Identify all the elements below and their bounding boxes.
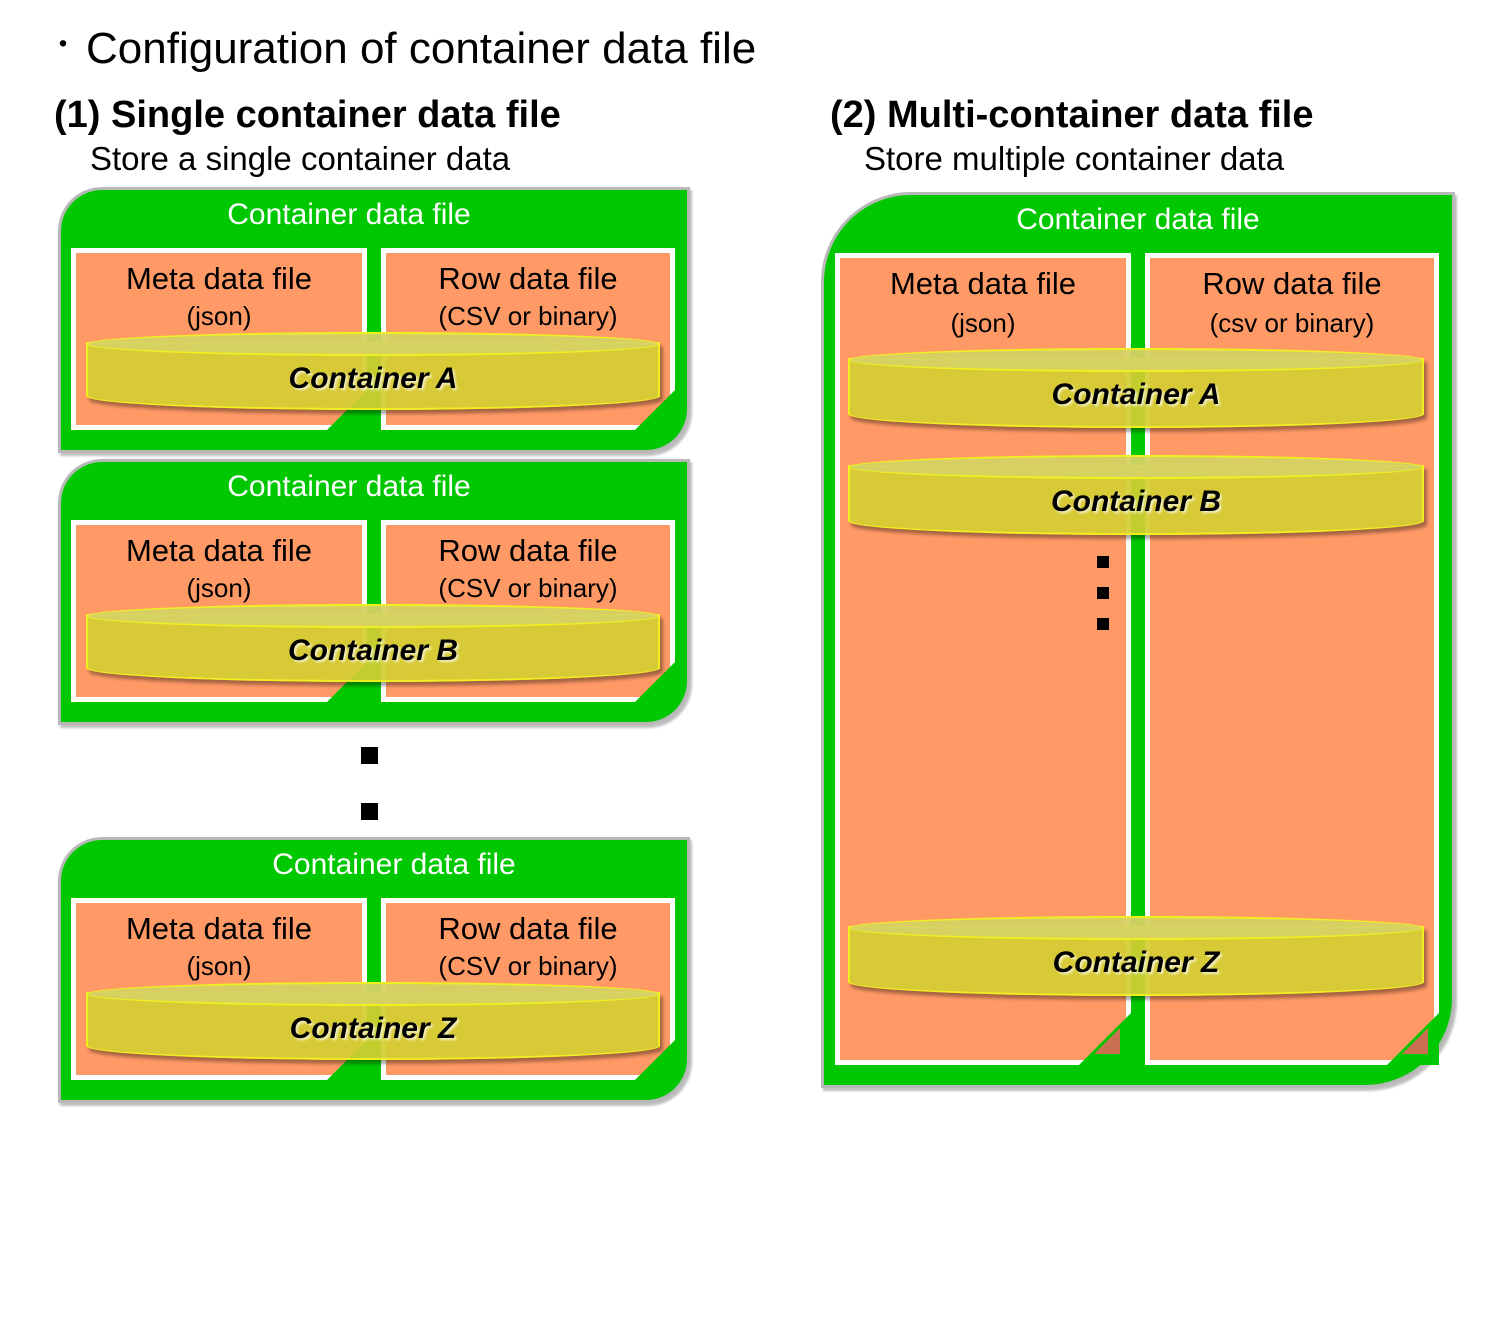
ellipsis-dot <box>1097 618 1109 630</box>
cylinder-top <box>86 332 660 356</box>
row-data-file-title: Row data file <box>438 261 618 296</box>
row-data-file-format: (CSV or binary) <box>438 951 618 981</box>
bullet-icon: ・ <box>48 29 78 62</box>
multi-container-data-file: Container data file Meta data file (json… <box>821 192 1455 1088</box>
ellipsis-dot <box>361 747 378 764</box>
ellipsis-dot <box>1097 556 1109 568</box>
container-data-file-label: Container data file <box>272 848 516 881</box>
container-data-file: Container data file Meta data file (json… <box>58 187 690 453</box>
row-data-file-format: (CSV or binary) <box>438 301 618 331</box>
section2-subheading: Store multiple container data <box>864 140 1285 177</box>
meta-data-file-format: (json) <box>186 301 252 331</box>
cylinder-top <box>848 348 1424 372</box>
meta-data-file-title: Meta data file <box>125 911 313 946</box>
page-fold-shade <box>1094 1028 1120 1054</box>
container-cylinder: Container A <box>848 348 1424 428</box>
meta-data-file-title: Meta data file <box>125 261 313 296</box>
container-data-file-label: Container data file <box>227 198 471 231</box>
meta-data-file-format: (json) <box>950 308 1016 338</box>
meta-data-file-title: Meta data file <box>125 533 313 568</box>
container-data-file: Container data file Meta data file (json… <box>58 837 690 1103</box>
container-name: Container Z <box>1052 946 1220 979</box>
page-title: ・ Configuration of container data file <box>48 20 756 74</box>
section1-subheading: Store a single container data <box>90 140 511 177</box>
container-name: Container A <box>1051 378 1221 411</box>
row-data-file-title: Row data file <box>438 533 618 568</box>
title-text: Configuration of container data file <box>86 24 757 73</box>
cylinder-top <box>86 604 660 628</box>
section2-heading: (2) Multi-container data file <box>830 94 1314 136</box>
container-data-file-label: Container data file <box>227 470 471 503</box>
row-data-file-title: Row data file <box>1202 266 1382 301</box>
meta-data-file-format: (json) <box>186 951 252 981</box>
ellipsis-dot <box>361 803 378 820</box>
cylinder-top <box>848 916 1424 940</box>
cylinder-top <box>86 982 660 1006</box>
row-data-file-title: Row data file <box>438 911 618 946</box>
container-data-file-label: Container data file <box>1016 203 1260 236</box>
ellipsis-dot <box>1097 587 1109 599</box>
container-cylinder: Container B <box>848 455 1424 535</box>
meta-data-file-title: Meta data file <box>889 266 1077 301</box>
container-cylinder: Container B <box>86 604 660 682</box>
container-cylinder: Container A <box>86 332 660 410</box>
container-name: Container B <box>287 634 458 667</box>
row-data-file-format: (CSV or binary) <box>438 573 618 603</box>
page-fold-shade <box>1402 1028 1428 1054</box>
row-data-file-format: (csv or binary) <box>1209 308 1375 338</box>
container-data-file: Container data file Meta data file (json… <box>58 459 690 725</box>
container-name: Container B <box>1050 485 1221 518</box>
container-cylinder: Container Z <box>848 916 1424 996</box>
container-name: Container A <box>288 362 458 395</box>
cylinder-top <box>848 455 1424 479</box>
container-name: Container Z <box>289 1012 457 1045</box>
container-cylinder: Container Z <box>86 982 660 1060</box>
meta-data-file-format: (json) <box>186 573 252 603</box>
section1-heading: (1) Single container data file <box>54 94 561 136</box>
